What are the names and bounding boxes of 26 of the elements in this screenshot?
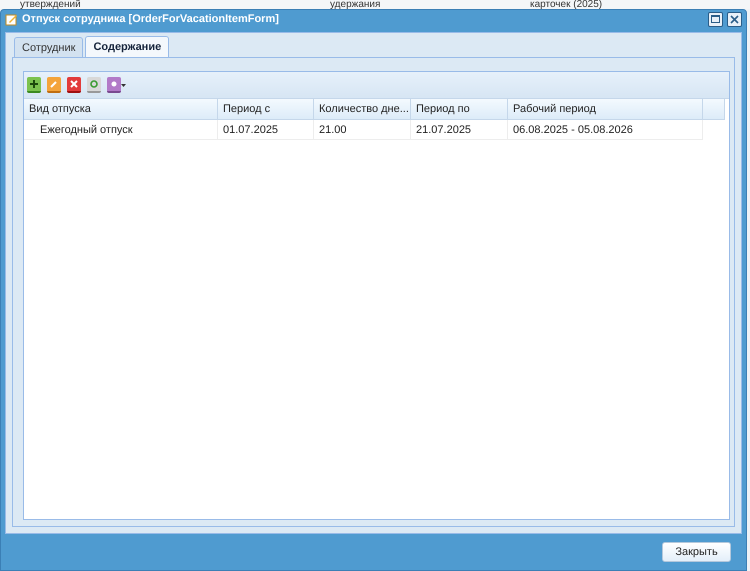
background-text: карточек (2025) xyxy=(529,0,604,9)
close-dialog-button[interactable]: Закрыть xyxy=(662,542,731,562)
refresh-icon[interactable] xyxy=(87,77,101,93)
close-button[interactable] xyxy=(727,12,742,26)
table-cell: Ежегодный отпуск xyxy=(24,120,218,140)
background-text: удержания xyxy=(329,0,382,9)
delete-icon[interactable] xyxy=(67,77,81,93)
edit-icon[interactable] xyxy=(47,77,61,93)
window-icon xyxy=(5,12,18,26)
table-cell: 01.07.2025 xyxy=(218,120,314,140)
add-icon[interactable] xyxy=(27,77,41,93)
table-cell: 21.07.2025 xyxy=(411,120,508,140)
maximize-button[interactable] xyxy=(708,12,723,26)
column-header[interactable]: Количество дне... xyxy=(314,99,411,120)
caret-icon[interactable] xyxy=(121,84,126,86)
column-header[interactable]: Вид отпуска xyxy=(24,99,218,120)
window-title: Отпуск сотрудника [OrderForVacationItemForm] xyxy=(22,13,280,25)
table-cell: 21.00 xyxy=(314,120,411,140)
tab[interactable]: Сотрудник xyxy=(14,37,84,57)
tab[interactable]: Содержание xyxy=(85,36,170,57)
maximize-icon[interactable] xyxy=(711,15,720,23)
column-header[interactable]: Период по xyxy=(411,99,508,120)
column-header[interactable]: Период с xyxy=(218,99,314,120)
column-header[interactable]: Рабочий период xyxy=(508,99,703,120)
table-cell: 06.08.2025 - 05.08.2026 xyxy=(508,120,703,140)
close-icon[interactable] xyxy=(730,14,739,24)
